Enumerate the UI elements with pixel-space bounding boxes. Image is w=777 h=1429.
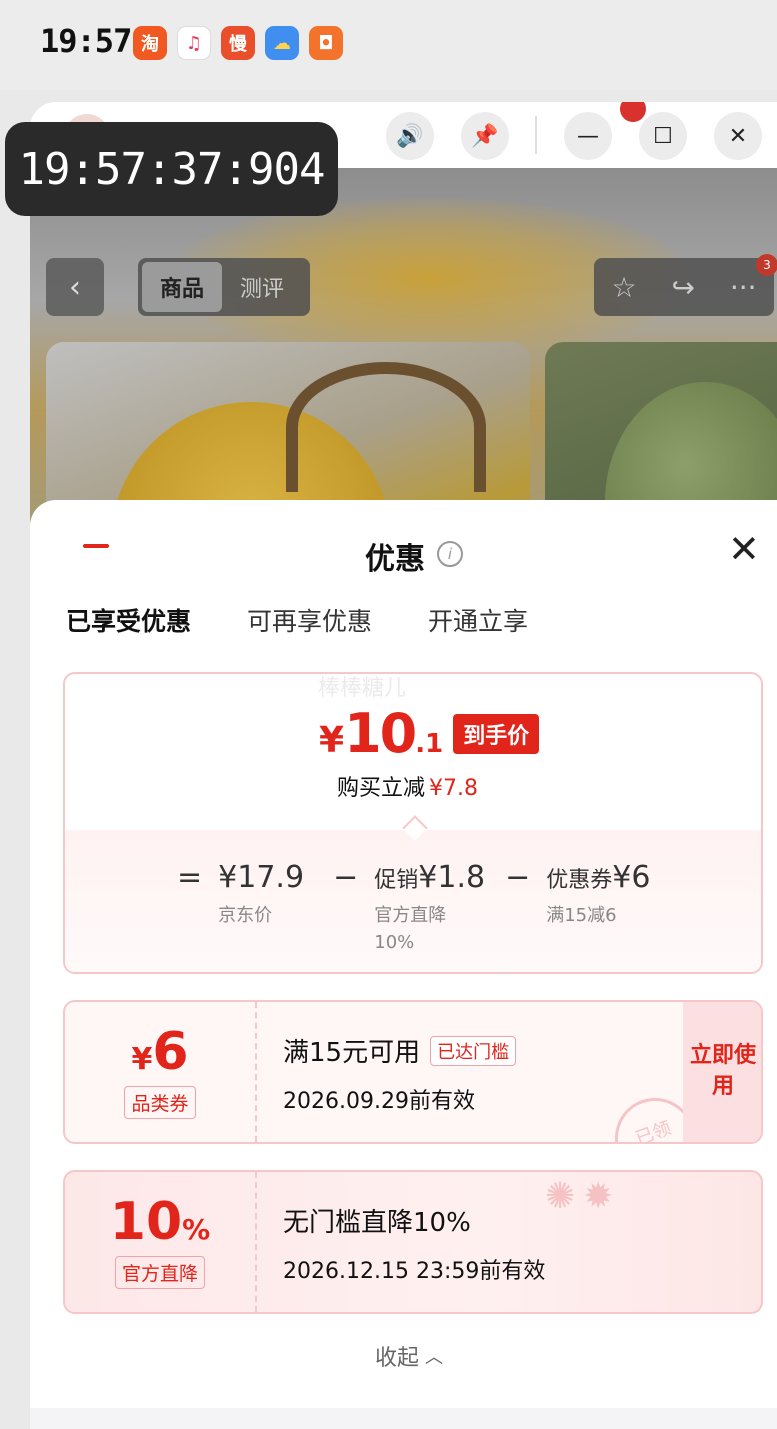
close-sheet-button[interactable]: ✕ [728,530,760,568]
jd-price-value: ¥17.9 [218,860,305,895]
discount-amount: 10 [109,1191,183,1252]
back-button[interactable]: ‹ [46,258,104,316]
notification-dot [620,102,646,122]
coupon-condition: 满15元可用 [283,1038,421,1068]
price-summary-card: ¥ 10 .1 到手价 购买立减 ¥7.8 = ¥17.9 京东价 − 促销¥1.… [63,672,763,974]
music-icon: ♫ [177,26,211,60]
coupon-details: 满15元可用 已达门槛 2026.09.29前有效 [283,1032,517,1115]
minus-sign: − [333,860,359,895]
discount-expiry: 2026.12.15 23:59前有效 [283,1259,546,1284]
collapse-label: 收起 [375,1346,420,1371]
sheet-footer [30,1408,777,1429]
coupon-value-block: ¥6 品类券 [65,1002,257,1142]
price-integer: 10 [344,702,417,765]
discount-type-label: 官方直降 [114,1255,205,1289]
basket-image [286,362,486,492]
pin-button[interactable]: 📌 [461,112,509,160]
chevron-up-icon: ︿ [425,1347,444,1368]
coupon-currency: ¥ [131,1041,153,1077]
watermark-text: 棒棒糖儿 [318,676,407,701]
tab-activate[interactable]: 开通立享 [428,602,528,638]
coupon-card[interactable]: ¥6 品类券 满15元可用 已达门槛 2026.09.29前有效 已领 立即使用 [63,1000,763,1144]
more-icon[interactable]: ··· [730,271,757,304]
discount-card[interactable]: 10% 官方直降 无门槛直降10% 2026.12.15 23:59前有效 ✺✹ [63,1170,763,1314]
jd-price-label: 京东价 [218,905,273,926]
discount-details: 无门槛直降10% 2026.12.15 23:59前有效 [283,1202,545,1285]
overlay-timestamp: 19:57:37:904 [5,122,338,216]
status-time: 19:57 [40,22,132,60]
product-tools: ☆ ↪ ··· [594,258,774,316]
promo-sub: 官方直降10% [374,905,447,953]
share-icon[interactable]: ↪ [671,271,694,304]
discount-sheet: 优惠 i ✕ 已享受优惠 可再享优惠 开通立享 ¥ 10 .1 到手价 购买立减… [30,500,777,1429]
status-app-icons: 淘 ♫ 慢 ☁ ◘ [133,26,343,60]
discount-condition: 无门槛直降10% [283,1208,471,1238]
coupon-expiry: 2026.09.29前有效 [283,1089,475,1114]
savings-amount: ¥7.8 [429,776,478,801]
coupon-type-label: 品类券 [124,1085,196,1119]
close-window-button[interactable]: ✕ [714,112,762,160]
equals-sign: = [177,860,203,895]
collapse-button[interactable]: 收起 ︿ [375,1340,443,1372]
formula-coupon: 优惠券¥6 满15减6 [546,860,650,929]
price-currency: ¥ [319,720,345,761]
savings-line: 购买立减 ¥7.8 [337,770,478,802]
promo-label: 促销 [374,868,419,893]
star-icon[interactable]: ☆ [611,271,636,304]
formula-promo: 促销¥1.8 官方直降10% [374,860,485,956]
discount-percent-sign: % [182,1212,211,1246]
more-badge: 3 [756,254,777,276]
final-price: ¥ 10 .1 到手价 [319,702,540,765]
segment-product[interactable]: 商品 [142,262,222,312]
price-formula: = ¥17.9 京东价 − 促销¥1.8 官方直降10% − 优惠券¥6 满15… [177,860,670,956]
tab-more-discounts[interactable]: 可再享优惠 [247,602,372,638]
use-now-button[interactable]: 立即使用 [683,1002,761,1142]
redpacket-icon: ◘ [309,26,343,60]
weather-icon: ☁ [265,26,299,60]
fireworks-decoration: ✺✹ [545,1176,622,1217]
product-segment-control: 商品 测评 [138,258,310,316]
manhua-icon: 慢 [221,26,255,60]
coupon-sub: 满15减6 [546,905,617,926]
active-tab-indicator [83,544,109,548]
sheet-title: 优惠 [365,542,425,577]
info-icon[interactable]: i [437,541,463,567]
discount-value-block: 10% 官方直降 [65,1172,257,1312]
threshold-met-badge: 已达门槛 [430,1035,517,1066]
segment-review[interactable]: 测评 [222,262,302,312]
taobao-icon: 淘 [133,26,167,60]
final-price-tag: 到手价 [453,713,540,754]
coupon-value: ¥6 [612,860,651,895]
price-decimal: .1 [415,729,444,759]
formula-jd-price: ¥17.9 京东价 [218,860,313,929]
sound-button[interactable]: 🔊 [386,112,434,160]
maximize-button[interactable]: ☐ [639,112,687,160]
minus-sign: − [505,860,531,895]
promo-value: ¥1.8 [418,860,486,895]
coupon-amount: 6 [152,1021,189,1082]
savings-label: 购买立减 [337,776,426,801]
tab-enjoyed[interactable]: 已享受优惠 [66,602,191,638]
minimize-button[interactable]: — [564,112,612,160]
status-bar: 19:57 淘 ♫ 慢 ☁ ◘ [0,0,777,90]
discount-tabs: 已享受优惠 可再享优惠 开通立享 [66,602,584,638]
title-bar-divider [535,116,537,154]
coupon-label: 优惠券 [546,868,613,893]
